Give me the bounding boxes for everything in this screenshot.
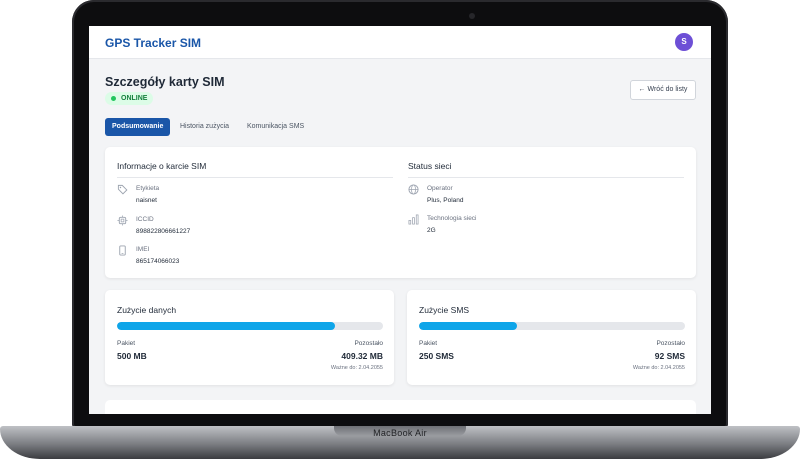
laptop-brand-label: MacBook Air [373, 428, 427, 438]
data-usage-title: Zużycie danych [117, 305, 177, 315]
back-to-list-button[interactable]: ← Wróć do listy [630, 80, 696, 100]
phone-icon [119, 245, 126, 256]
value-operator: Plus, Poland [427, 197, 464, 204]
signal-bars-icon [408, 214, 419, 225]
next-card-edge [105, 400, 696, 414]
value-tag: naisnet [136, 197, 157, 204]
chip-icon [117, 215, 128, 226]
data-remaining-value: 409.32 MB [341, 351, 383, 361]
sms-valid-until: Ważne do: 2.04.2055 [632, 365, 685, 371]
divider [117, 177, 393, 178]
data-remaining-label: Pozostało [354, 340, 383, 347]
label-network-technology: Technologia sieci [427, 215, 477, 222]
tab-sms-communication[interactable]: Komunikacja SMS [240, 118, 311, 136]
globe-icon [408, 184, 419, 195]
laptop-base: MacBook Air [0, 426, 800, 459]
label-imei: IMEI [136, 246, 150, 253]
label-iccid: ICCID [136, 216, 154, 223]
app-header: GPS Tracker SIM S [89, 26, 711, 59]
app-title[interactable]: GPS Tracker SIM [105, 36, 201, 50]
data-usage-progress-bar [117, 322, 383, 330]
sms-usage-card: Zużycie SMS Pakiet Pozostało 250 SMS 92 … [407, 290, 696, 385]
camera-dot [469, 13, 475, 19]
data-usage-card: Zużycie danych Pakiet Pozostało 500 MB 4… [105, 290, 394, 385]
value-iccid: 898822806661227 [136, 228, 191, 235]
tab-summary[interactable]: Podsumowanie [105, 118, 171, 136]
tab-usage-history[interactable]: Historia zużycia [173, 118, 236, 136]
divider [408, 177, 684, 178]
sim-info-title: Informacje o karcie SIM [117, 161, 207, 171]
sms-usage-progress-bar [419, 322, 685, 330]
sim-info-card: Informacje o karcie SIM Etykieta naisnet… [105, 147, 696, 278]
user-avatar[interactable]: S [675, 33, 693, 51]
status-text: ONLINE [121, 95, 148, 102]
data-valid-until: Ważne do: 2.04.2055 [330, 365, 383, 371]
sms-remaining-value: 92 SMS [654, 351, 685, 361]
app-screen: GPS Tracker SIM S Szczegóły karty SIM ON… [89, 26, 711, 414]
tag-icon [117, 184, 128, 195]
sms-usage-title: Zużycie SMS [419, 305, 470, 315]
online-dot-icon [111, 96, 116, 101]
sms-remaining-label: Pozostało [656, 340, 685, 347]
sms-package-value: 250 SMS [419, 351, 454, 361]
value-network-technology: 2G [427, 227, 436, 234]
page-title: Szczegóły karty SIM [105, 75, 225, 89]
data-package-label: Pakiet [117, 340, 136, 347]
data-package-value: 500 MB [117, 351, 147, 361]
label-tag: Etykieta [136, 185, 160, 192]
sms-usage-progress-fill [419, 322, 518, 330]
network-status-title: Status sieci [408, 161, 452, 171]
data-usage-progress-fill [117, 322, 336, 330]
label-operator: Operator [427, 185, 453, 192]
sms-package-label: Pakiet [419, 340, 438, 347]
status-badge: ONLINE [105, 92, 154, 105]
value-imei: 865174066023 [136, 258, 180, 265]
